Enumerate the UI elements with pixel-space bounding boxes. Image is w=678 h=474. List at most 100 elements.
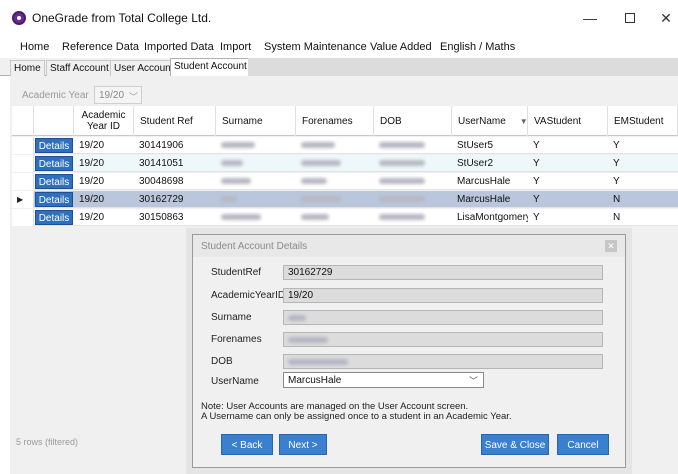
row-header[interactable] [12, 209, 34, 226]
academic-year-value: 19/20 [99, 90, 125, 101]
cancel-button[interactable]: Cancel [557, 434, 609, 455]
close-button[interactable]: ✕ [646, 6, 678, 30]
cell-surname-redacted [216, 137, 296, 154]
cell-year: 19/20 [79, 176, 105, 187]
cell-forenames-redacted [296, 137, 374, 154]
cell-year: 19/20 [79, 140, 105, 151]
column-forenames[interactable]: Forenames [296, 106, 374, 136]
column-surname[interactable]: Surname [216, 106, 296, 136]
menu-value-added[interactable]: Value Added [370, 41, 432, 53]
column-academic-year-id[interactable]: Academic Year ID [74, 106, 134, 136]
column-dob[interactable]: DOB [374, 106, 452, 136]
minimize-button[interactable]: — [570, 6, 610, 30]
cell-username: MarcusHale [457, 176, 511, 187]
save-and-close-button[interactable]: Save & Close [481, 434, 549, 455]
username-label: UserName [211, 376, 259, 387]
column-student-ref[interactable]: Student Ref [134, 106, 216, 136]
forenames-field-redacted [283, 332, 603, 347]
table-row[interactable]: Details 19/20 30141051 StUser2 Y Y [12, 155, 678, 172]
cell-student-ref: 30162729 [139, 194, 184, 205]
tab-home[interactable]: Home [10, 60, 45, 76]
maximize-icon [625, 13, 635, 23]
academic-year-select[interactable]: 19/20 ﹀ [94, 86, 142, 104]
details-button[interactable]: Details [35, 138, 73, 153]
tab-strip-filler [248, 58, 678, 76]
menu-reference-data[interactable]: Reference Data [62, 41, 139, 53]
dialog-close-icon[interactable]: ✕ [605, 240, 617, 252]
cell-surname-redacted [216, 191, 296, 208]
cell-vastudent: Y [533, 212, 540, 223]
surname-field-redacted [283, 310, 603, 325]
cell-username: StUser2 [457, 158, 494, 169]
username-select-value: MarcusHale [288, 375, 342, 386]
table-row[interactable]: Details 19/20 30048698 MarcusHale Y Y [12, 173, 678, 190]
column-emstudent[interactable]: EMStudent [608, 106, 678, 136]
cell-vastudent: Y [533, 140, 540, 151]
chevron-down-icon: ﹀ [468, 376, 478, 386]
cell-surname-redacted [216, 155, 296, 172]
tab-strip: Home Staff Account User Account Student … [0, 58, 678, 76]
next-button[interactable]: Next > [279, 434, 327, 455]
cell-year: 19/20 [79, 194, 105, 205]
row-header-cell [12, 106, 34, 136]
student-ref-label: StudentRef [211, 267, 262, 278]
cell-dob-redacted [374, 173, 452, 190]
cell-dob-redacted [374, 137, 452, 154]
cell-student-ref: 30141051 [139, 158, 184, 169]
cell-surname-redacted [216, 173, 296, 190]
title-bar: OneGrade from Total College Ltd. — ✕ [0, 0, 678, 36]
details-button[interactable]: Details [35, 156, 73, 171]
maximize-button[interactable] [610, 6, 650, 30]
details-button[interactable]: Details [35, 192, 73, 207]
details-button[interactable]: Details [35, 210, 73, 225]
row-header[interactable]: ▶ [12, 191, 34, 208]
tab-student-account[interactable]: Student Account [170, 58, 251, 76]
details-button[interactable]: Details [35, 174, 73, 189]
tab-user-account[interactable]: User Account [110, 60, 178, 76]
row-header[interactable] [12, 137, 34, 154]
cell-forenames-redacted [296, 209, 374, 226]
window-title: OneGrade from Total College Ltd. [32, 11, 212, 25]
cell-username: MarcusHale [457, 194, 511, 205]
table-row[interactable]: Details 19/20 30150863 LisaMontgomery Y … [12, 209, 678, 226]
cell-emstudent: N [613, 194, 621, 205]
back-button[interactable]: < Back [221, 434, 273, 455]
academic-year-label: Academic Year [22, 90, 89, 101]
menu-imported-data[interactable]: Imported Data [144, 41, 214, 53]
cell-student-ref: 30048698 [139, 176, 184, 187]
academic-year-id-field: 19/20 [283, 288, 603, 303]
cell-emstudent: N [613, 212, 621, 223]
table-row[interactable]: Details 19/20 30141906 StUser5 Y Y [12, 137, 678, 154]
cell-vastudent: Y [533, 194, 540, 205]
cell-emstudent: Y [613, 140, 620, 151]
column-vastudent[interactable]: VAStudent [528, 106, 608, 136]
cell-student-ref: 30150863 [139, 212, 184, 223]
student-ref-field: 30162729 [283, 265, 603, 280]
tab-staff-account[interactable]: Staff Account [46, 60, 113, 76]
cell-vastudent: Y [533, 158, 540, 169]
menu-bar: Home Reference Data Imported Data Import… [0, 38, 678, 58]
chevron-down-icon: ﹀ [128, 92, 138, 102]
menu-home[interactable]: Home [20, 41, 49, 53]
current-row-arrow-icon: ▶ [17, 195, 24, 204]
cell-dob-redacted [374, 191, 452, 208]
cell-dob-redacted [374, 209, 452, 226]
academic-year-id-label: AcademicYearID [211, 290, 286, 301]
row-header[interactable] [12, 155, 34, 172]
dob-label: DOB [211, 356, 233, 367]
grid-header: Academic Year ID Student Ref Surname For… [12, 106, 678, 136]
table-row-selected[interactable]: ▶ Details 19/20 30162729 MarcusHale Y N [12, 191, 678, 208]
cell-student-ref: 30141906 [139, 140, 184, 151]
cell-emstudent: Y [613, 158, 620, 169]
cell-forenames-redacted [296, 173, 374, 190]
row-header[interactable] [12, 173, 34, 190]
cell-dob-redacted [374, 155, 452, 172]
menu-system-maintenance[interactable]: System Maintenance [264, 41, 367, 53]
menu-english-maths[interactable]: English / Maths [440, 41, 515, 53]
column-username-label: UserName [458, 115, 506, 127]
menu-import[interactable]: Import [220, 41, 251, 53]
cell-forenames-redacted [296, 191, 374, 208]
username-select[interactable]: MarcusHale ﹀ [283, 372, 484, 388]
username-assignment-note: A Username can only be assigned once to … [201, 411, 512, 422]
column-username[interactable]: UserName ▼ [452, 106, 528, 136]
